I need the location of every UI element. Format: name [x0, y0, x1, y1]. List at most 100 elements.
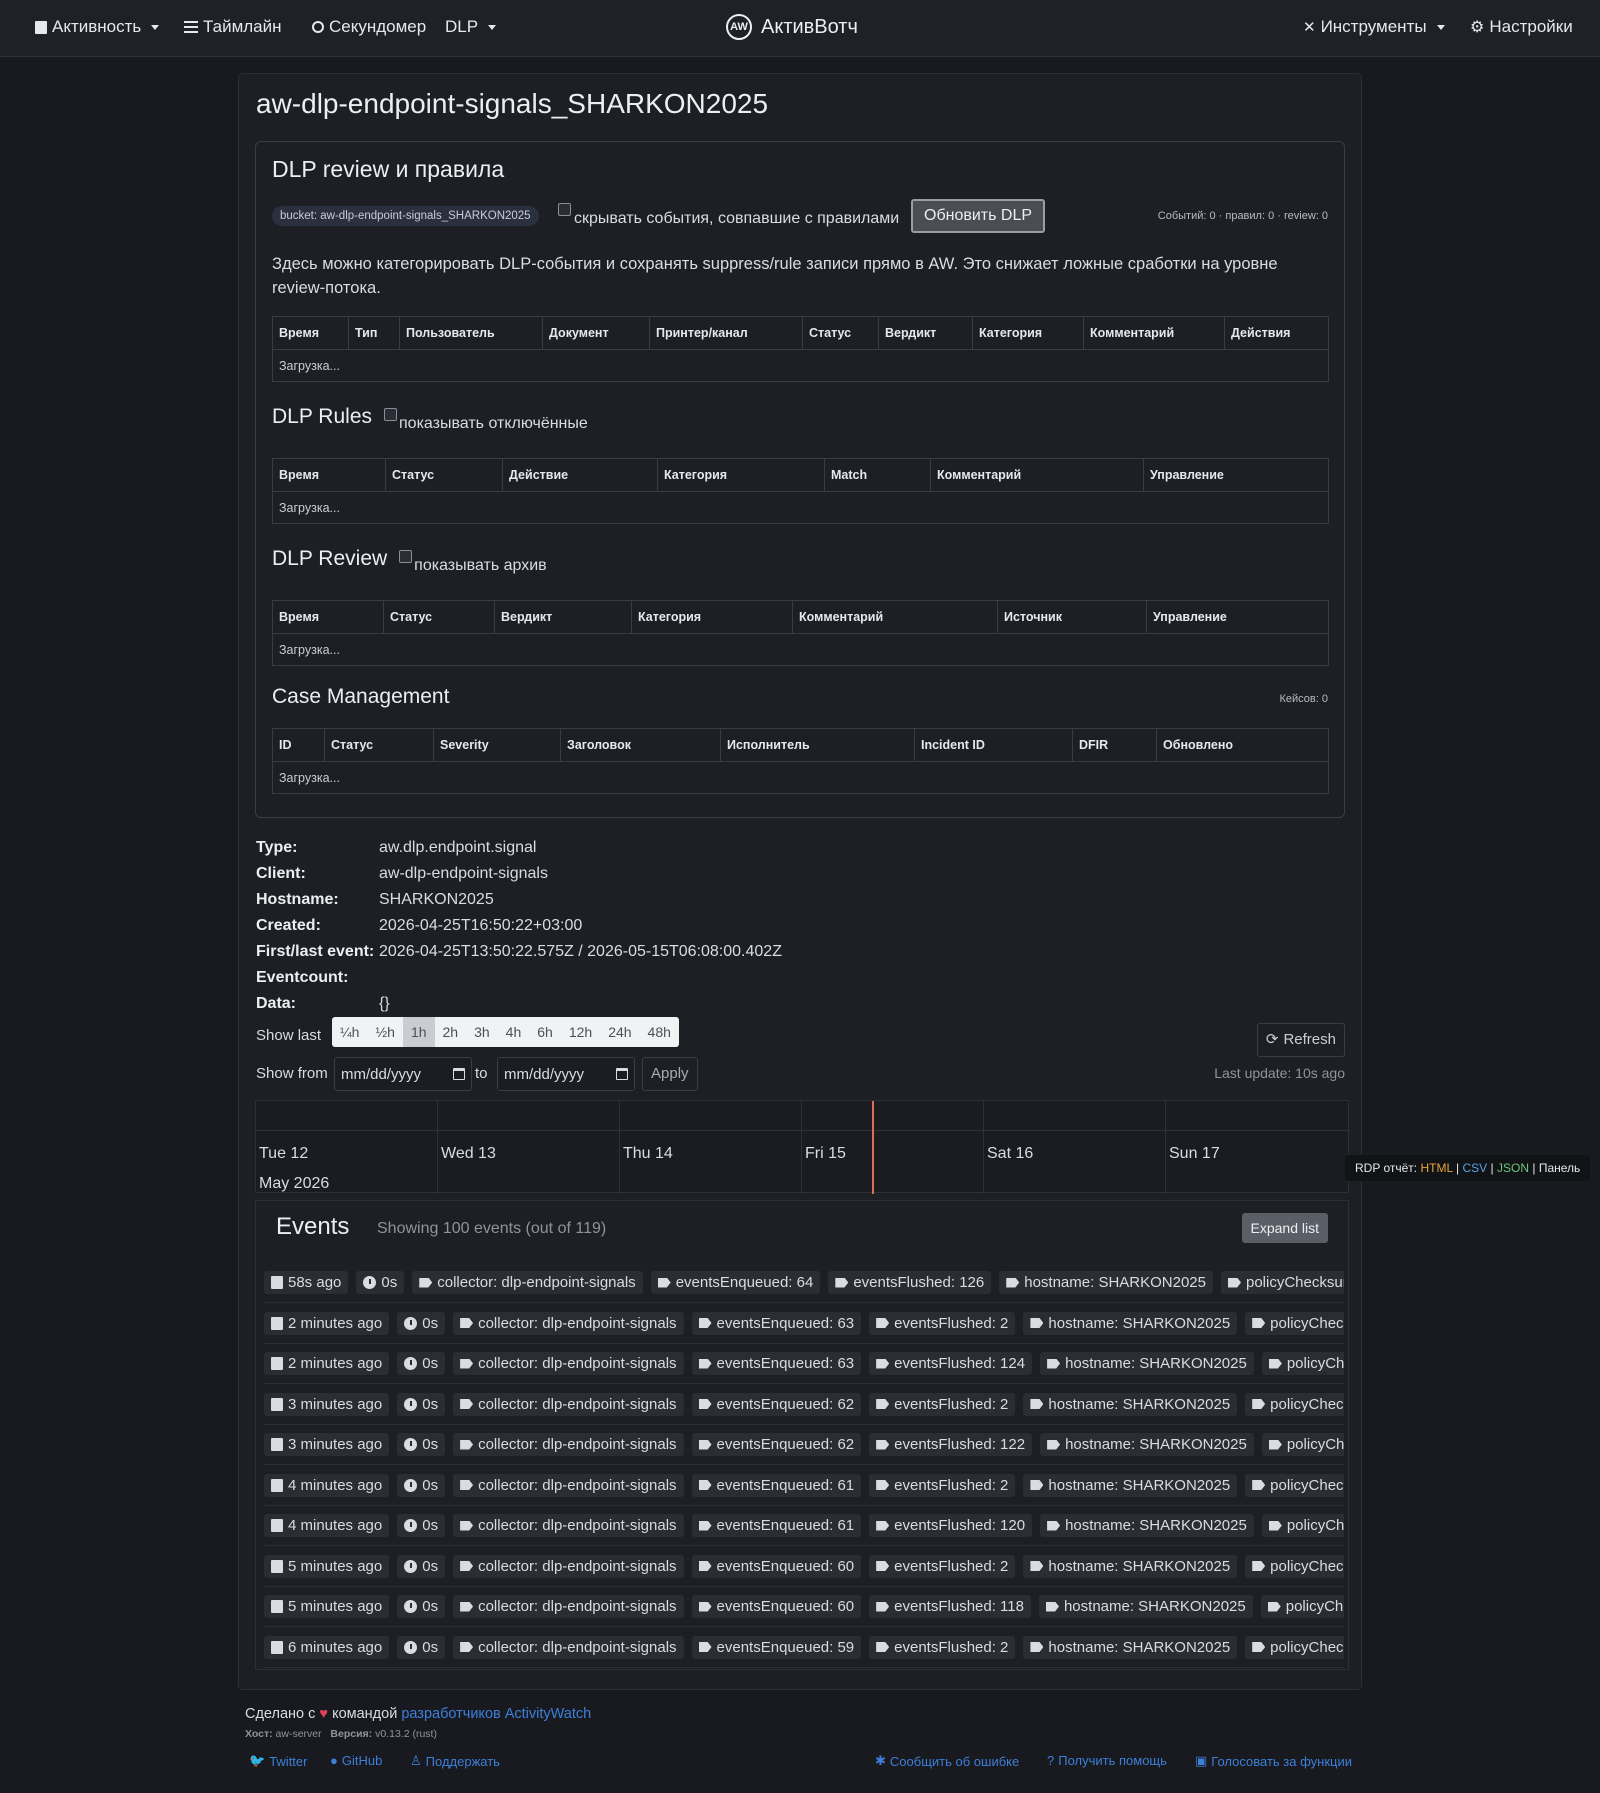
- show-archive-toggle[interactable]: показывать архив: [399, 547, 547, 575]
- event-row[interactable]: 4 minutes ago 0s collector: dlp-endpoint-s…: [264, 1466, 1344, 1506]
- tag-icon: [460, 1520, 474, 1531]
- range-4h-button[interactable]: 4h: [498, 1017, 530, 1047]
- nav-settings-link[interactable]: ⚙ Настройки: [1470, 17, 1573, 37]
- event-row[interactable]: 2 minutes ago 0s collector: dlp-endpoint-s…: [264, 1304, 1344, 1344]
- rdp-panel-link[interactable]: Панель: [1539, 1161, 1580, 1175]
- case-management-table: ID Статус Severity Заголовок Исполнитель…: [272, 728, 1329, 794]
- event-duration-tag: 0s: [397, 1514, 446, 1537]
- range-half-hour-button[interactable]: ½h: [367, 1017, 402, 1047]
- event-row[interactable]: 2 minutes ago 0s collector: dlp-endpoint-s…: [264, 1344, 1344, 1384]
- event-duration-tag: 0s: [397, 1635, 446, 1659]
- range-1h-button[interactable]: 1h: [402, 1017, 435, 1047]
- tag-icon: [657, 1277, 671, 1288]
- get-help-link[interactable]: ? Получить помощь: [1047, 1753, 1167, 1768]
- col-action: Действие: [502, 458, 658, 492]
- donate-link[interactable]: ♙ Поддержать: [410, 1753, 500, 1769]
- range-quarter-hour-button[interactable]: ¼h: [332, 1017, 367, 1047]
- range-24h-button[interactable]: 24h: [600, 1017, 639, 1047]
- col-manage: Управление: [1146, 600, 1329, 634]
- footer-version-info: Хост: aw-server Версия: v0.13.2 (rust): [245, 1728, 1355, 1740]
- apply-button[interactable]: Apply: [642, 1057, 698, 1091]
- rdp-csv-link[interactable]: CSV: [1463, 1161, 1488, 1175]
- vote-features-link[interactable]: ▣ Голосовать за функции: [1195, 1753, 1352, 1769]
- report-bug-link[interactable]: ✱ Сообщить об ошибке: [875, 1753, 1019, 1769]
- date-from-input[interactable]: mm/dd/yyyy: [334, 1057, 472, 1091]
- col-category: Категория: [631, 600, 793, 634]
- show-disabled-checkbox[interactable]: [384, 408, 397, 421]
- tag-icon: [698, 1399, 712, 1409]
- event-collector-tag: collector: dlp-endpoint-signals: [453, 1554, 684, 1578]
- event-row[interactable]: 3 minutes ago 0s collector: dlp-endpoint-s…: [264, 1425, 1344, 1465]
- event-time-tag: 6 minutes ago: [264, 1635, 390, 1659]
- developers-link[interactable]: разработчиков ActivityWatch: [401, 1706, 591, 1722]
- event-collector-tag: collector: dlp-endpoint-signals: [453, 1311, 684, 1335]
- event-collector-tag-text: collector: dlp-endpoint-signals: [437, 1274, 636, 1291]
- show-archive-checkbox[interactable]: [399, 550, 413, 563]
- calendar-icon: [271, 1519, 283, 1532]
- bug-icon: ✱: [875, 1753, 886, 1768]
- event-time-tag-text: 5 minutes ago: [288, 1598, 383, 1615]
- refresh-button[interactable]: ⟳ Refresh: [1256, 1023, 1345, 1057]
- range-12h-button[interactable]: 12h: [561, 1017, 600, 1047]
- event-flushed-tag-text: eventsFlushed: 2: [894, 1314, 1009, 1332]
- nav-stopwatch-link[interactable]: Секундомер: [312, 17, 426, 37]
- event-row[interactable]: 6 minutes ago 0s collector: dlp-endpoint-s…: [264, 1628, 1344, 1668]
- event-time-tag-text: 5 minutes ago: [288, 1557, 383, 1575]
- version-key: Версия:: [330, 1728, 373, 1740]
- nav-activity-menu[interactable]: Активность: [35, 17, 160, 37]
- activitywatch-logo-icon: AW: [726, 14, 752, 40]
- event-hostname-tag: hostname: SHARKON2025: [1038, 1595, 1253, 1618]
- col-id: ID: [272, 728, 325, 762]
- report-bug-label: Сообщить об ошибке: [889, 1753, 1020, 1769]
- range-3h-button[interactable]: 3h: [466, 1017, 498, 1047]
- hide-matched-toggle[interactable]: скрывать события, совпавшие с правилами: [558, 203, 899, 228]
- nav-dlp-menu[interactable]: DLP: [445, 17, 497, 37]
- range-48h-button[interactable]: 48h: [640, 1017, 679, 1047]
- nav-timeline-link[interactable]: Таймлайн: [184, 17, 282, 37]
- date-to-input[interactable]: mm/dd/yyyy: [497, 1057, 635, 1091]
- rdp-html-link[interactable]: HTML: [1420, 1161, 1452, 1175]
- event-time-tag-text: 2 minutes ago: [288, 1314, 383, 1332]
- rdp-json-link[interactable]: JSON: [1497, 1161, 1529, 1175]
- event-row[interactable]: 58s ago 0s collector: dlp-endpoint-signals…: [264, 1263, 1344, 1303]
- event-row[interactable]: 5 minutes ago 0s collector: dlp-endpoint-s…: [264, 1547, 1344, 1587]
- show-disabled-toggle[interactable]: показывать отключённые: [384, 405, 588, 433]
- case-count: Кейсов: 0: [1279, 693, 1329, 705]
- event-flushed-tag: eventsFlushed: 2: [869, 1311, 1016, 1335]
- brand-logo-link[interactable]: AW АктивВотч: [726, 14, 858, 40]
- col-comment: Комментарий: [1083, 316, 1225, 350]
- event-hostname-tag: hostname: SHARKON2025: [1023, 1392, 1238, 1416]
- event-collector-tag: collector: dlp-endpoint-signals: [453, 1473, 684, 1497]
- dlp-review-table: Время Статус Вердикт Категория Комментар…: [272, 600, 1329, 666]
- timeline-gridline: [437, 1101, 438, 1194]
- col-dfir: DFIR: [1072, 728, 1157, 762]
- event-hostname-tag-text: hostname: SHARKON2025: [1048, 1395, 1231, 1413]
- event-duration-tag-text: 0s: [422, 1436, 439, 1453]
- event-row[interactable]: 3 minutes ago 0s collector: dlp-endpoint-s…: [264, 1385, 1344, 1425]
- chevron-down-icon: [488, 24, 497, 30]
- twitter-link[interactable]: 🐦 Twitter: [249, 1753, 307, 1769]
- event-flushed-tag-text: eventsFlushed: 122: [894, 1436, 1026, 1453]
- github-label: GitHub: [341, 1753, 383, 1768]
- hide-matched-checkbox[interactable]: [558, 203, 571, 216]
- version-value: v0.13.2 (rust): [375, 1728, 437, 1740]
- range-6h-button[interactable]: 6h: [529, 1017, 561, 1047]
- tag-icon: [876, 1601, 890, 1612]
- github-link[interactable]: ● GitHub: [330, 1753, 382, 1768]
- event-row[interactable]: 5 minutes ago 0s collector: dlp-endpoint-s…: [264, 1587, 1344, 1627]
- event-hostname-tag-text: hostname: SHARKON2025: [1065, 1436, 1247, 1453]
- nav-tools-menu[interactable]: ✕ Инструменты: [1303, 17, 1445, 37]
- expand-list-button[interactable]: Expand list: [1241, 1213, 1328, 1243]
- range-2h-button[interactable]: 2h: [435, 1017, 467, 1047]
- refresh-dlp-button[interactable]: Обновить DLP: [911, 199, 1046, 233]
- dlp-review-subheader: DLP Review показывать архив: [272, 547, 547, 575]
- tag-icon: [460, 1358, 474, 1369]
- separator: |: [1532, 1161, 1536, 1175]
- event-collector-tag-text: collector: dlp-endpoint-signals: [478, 1598, 677, 1615]
- heart-icon: ♥: [319, 1706, 329, 1722]
- timeline-chart[interactable]: Tue 12 Wed 13 Thu 14 Fri 15 Sat 16 Sun 1…: [255, 1100, 1350, 1194]
- event-row[interactable]: 4 minutes ago 0s collector: dlp-endpoint-s…: [264, 1506, 1344, 1546]
- separator: |: [1490, 1161, 1494, 1175]
- events-showing-count: Showing 100 events (out of 119): [377, 1220, 607, 1237]
- event-policy-tag-text: policyChec: [1285, 1598, 1344, 1615]
